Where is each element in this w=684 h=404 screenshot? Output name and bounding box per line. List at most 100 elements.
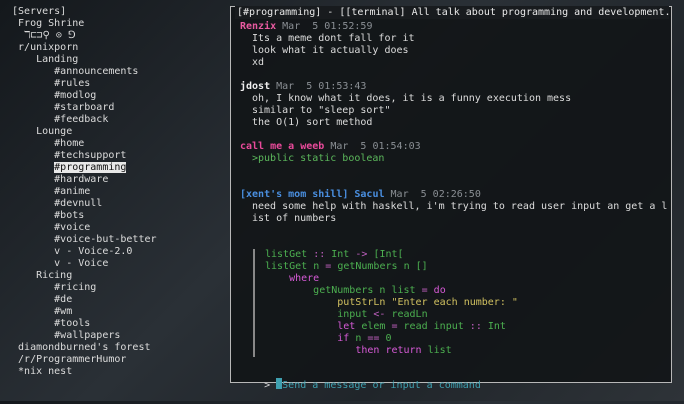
sidebar-item[interactable]: *nix nest — [12, 366, 222, 378]
sidebar-item[interactable]: #voice-but-better — [12, 234, 222, 246]
sidebar-item-label: #rules — [54, 78, 91, 89]
sidebar-item-label: v - Voice — [54, 258, 109, 269]
message-text: Its a meme dont fall for it — [252, 33, 415, 44]
message-text: >public static boolean — [252, 153, 385, 164]
sidebar-item-label: #voice-but-better — [54, 234, 157, 245]
code-line: putStrLn "Enter each number: " — [337, 297, 518, 308]
code-line: listGet :: Int -> [Int[ — [265, 249, 404, 260]
sidebar-item-label: #ricing — [54, 282, 97, 293]
code-line: input <- readLn — [337, 309, 428, 320]
sidebar-item-label: #starboard — [54, 102, 115, 113]
message-author[interactable]: [xent's mom shill] Sacul — [240, 189, 385, 200]
message-header: [xent's mom shill] Sacul Mar 5 02:26:50 — [240, 189, 665, 201]
message-input[interactable]: > Send a message or input a command — [240, 366, 665, 391]
sidebar-item-label: *nix nest — [18, 366, 73, 377]
channel-title: [#programming] - [[terminal] All talk ab… — [235, 6, 669, 19]
message-text: similar to "sleep sort" — [252, 105, 391, 116]
sidebar-item[interactable]: /r/ProgrammerHumor — [12, 354, 222, 366]
sidebar-item[interactable]: #modlog — [12, 90, 222, 102]
message-header: call me a weeb Mar 5 01:54:03 — [240, 141, 665, 153]
sidebar-item-label: #home — [54, 138, 85, 149]
prompt-symbol: > — [264, 380, 271, 391]
code-line: getNumbers n list = do — [313, 285, 446, 296]
sidebar-item-label: ℸ⊏⊐⚲ ⊙ ⅁ — [24, 30, 76, 41]
code-line: where — [289, 273, 320, 284]
sidebar-item[interactable]: #bots — [12, 210, 222, 222]
sidebar-item[interactable]: #devnull — [12, 198, 222, 210]
sidebar-item-label: #modlog — [54, 90, 97, 101]
message-author[interactable]: Renzix — [240, 21, 276, 32]
message-text: the O(1) sort method — [252, 117, 373, 128]
sidebar-item[interactable]: v - Voice — [12, 258, 222, 270]
sidebar-item[interactable]: v - Voice-2.0 — [12, 246, 222, 258]
sidebar-item-label: #techsupport — [54, 150, 127, 161]
sidebar-item[interactable]: #tools — [12, 318, 222, 330]
sidebar-item-label: v - Voice-2.0 — [54, 246, 133, 257]
sidebar-item-label: r/unixporn — [18, 42, 79, 53]
sidebar-item-label: #announcements — [54, 66, 139, 77]
sidebar-item-label: #wallpapers — [54, 330, 121, 341]
message-text: xd — [252, 57, 265, 68]
sidebar-item[interactable]: #wallpapers — [12, 330, 222, 342]
code-line: listGet n = getNumbers n [] — [265, 261, 428, 272]
sidebar-item[interactable]: #de — [12, 294, 222, 306]
sidebar-item[interactable]: Lounge — [12, 126, 222, 138]
sidebar-item[interactable]: #techsupport — [12, 150, 222, 162]
sidebar-item-label: #feedback — [54, 114, 109, 125]
message-text: ist of numbers — [252, 213, 337, 224]
message-text: need some help with haskell, i'm trying … — [252, 201, 668, 212]
message-header: Renzix Mar 5 01:52:59 — [240, 21, 665, 33]
sidebar-item[interactable]: Ricing — [12, 270, 222, 282]
sidebar-item-label: #voice — [54, 222, 91, 233]
sidebar-item-label: [Servers] — [12, 6, 67, 17]
sidebar-item[interactable]: diamondburned's forest — [12, 342, 222, 354]
sidebar-item-label: diamondburned's forest — [18, 342, 151, 353]
sidebar-item[interactable]: #announcements — [12, 66, 222, 78]
sidebar-item-label: Landing — [36, 54, 79, 65]
sidebar-item-label: Frog Shrine — [18, 18, 85, 29]
chat-panel: [#programming] - [[terminal] All talk ab… — [230, 6, 672, 391]
sidebar-item[interactable]: #wm — [12, 306, 222, 318]
sidebar-item-label: #bots — [54, 210, 85, 221]
sidebar-item[interactable]: [Servers] — [12, 6, 222, 18]
sidebar-item-selected[interactable]: #programming — [12, 162, 222, 174]
code-line: then return list — [355, 345, 452, 356]
sidebar-item-label: Ricing — [36, 270, 73, 281]
sidebar-item-label: #anime — [54, 186, 91, 197]
message-text: oh, I know what it does, it is a funny e… — [252, 93, 572, 104]
message-author[interactable]: jdost — [240, 81, 270, 92]
sidebar-item[interactable]: #home — [12, 138, 222, 150]
message-timestamp: Mar 5 01:53:43 — [276, 81, 367, 92]
sidebar-item[interactable]: #hardware — [12, 174, 222, 186]
sidebar-item[interactable]: Frog Shrine — [12, 18, 222, 30]
sidebar-item[interactable]: #anime — [12, 186, 222, 198]
sidebar-item-label: #wm — [54, 306, 73, 317]
sidebar-item-label: #devnull — [54, 198, 103, 209]
sidebar-item-label: #programming — [54, 162, 127, 173]
sidebar-item[interactable]: #ricing — [12, 282, 222, 294]
sidebar-item-label: #de — [54, 294, 73, 305]
input-placeholder: Send a message or input a command — [282, 380, 481, 391]
code-line: let elem = read input :: Int — [337, 321, 506, 332]
sidebar-item[interactable]: ℸ⊏⊐⚲ ⊙ ⅁ — [12, 30, 222, 42]
message-timestamp: Mar 5 02:26:50 — [390, 189, 481, 200]
message-timestamp: Mar 5 01:52:59 — [282, 21, 373, 32]
sidebar-item-label: Lounge — [36, 126, 73, 137]
sidebar-item[interactable]: #feedback — [12, 114, 222, 126]
message-header: jdost Mar 5 01:53:43 — [240, 81, 665, 93]
sidebar-item[interactable]: Landing — [12, 54, 222, 66]
sidebar-item[interactable]: r/unixporn — [12, 42, 222, 54]
message-author[interactable]: call me a weeb — [240, 141, 324, 152]
sidebar-item[interactable]: #rules — [12, 78, 222, 90]
message-timestamp: Mar 5 01:54:03 — [330, 141, 421, 152]
sidebar-item-label: #hardware — [54, 174, 109, 185]
server-sidebar: [Servers] Frog Shrine ℸ⊏⊐⚲ ⊙ ⅁ r/unixpor… — [12, 6, 222, 378]
code-block: listGet :: Int -> [Int[listGet n = getNu… — [253, 249, 565, 357]
sidebar-item[interactable]: #starboard — [12, 102, 222, 114]
sidebar-item-label: /r/ProgrammerHumor — [18, 354, 127, 365]
message-list: Renzix Mar 5 01:52:59 Its a meme dont fal… — [240, 21, 668, 237]
sidebar-item[interactable]: #voice — [12, 222, 222, 234]
sidebar-item-label: #tools — [54, 318, 91, 329]
code-line: if n == 0 — [337, 333, 392, 344]
message-text: look what it actually does — [252, 45, 409, 56]
